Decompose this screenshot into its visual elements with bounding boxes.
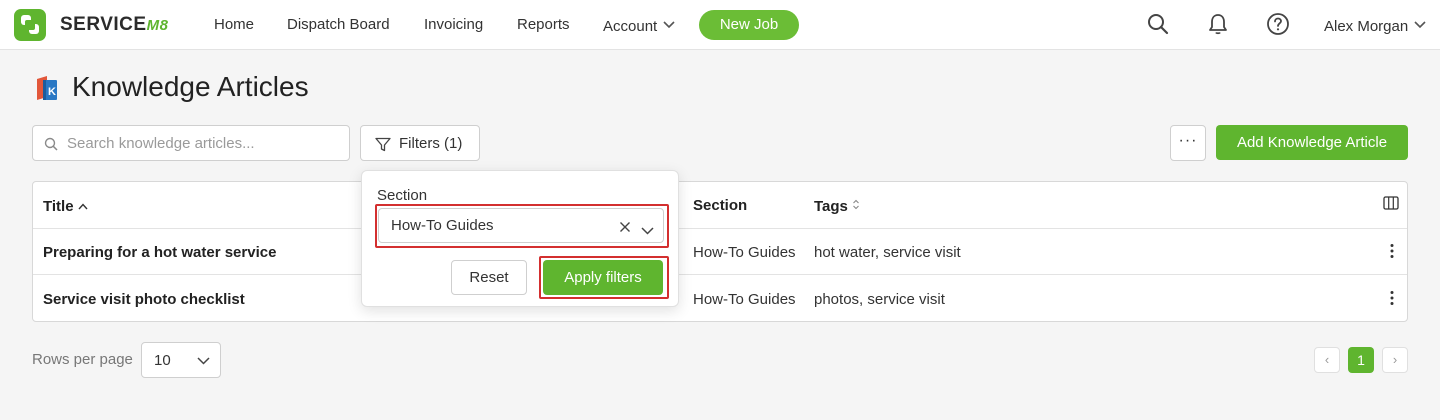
more-options-button[interactable]: ··· <box>1170 125 1206 161</box>
article-tags: hot water, service visit <box>814 244 961 261</box>
table-row[interactable]: Preparing for a hot water service How-To… <box>33 229 1407 275</box>
column-header-title-label: Title <box>43 198 74 215</box>
new-job-button[interactable]: New Job <box>699 10 799 40</box>
search-input[interactable] <box>67 127 343 159</box>
nav-item-account-label: Account <box>603 18 658 35</box>
knowledge-articles-table: Title Section Tags Preparing for a hot w… <box>32 181 1408 322</box>
nav-item-reports[interactable]: Reports <box>517 16 570 33</box>
top-navigation-bar: SERVICEM8 Home Dispatch Board Invoicing … <box>0 0 1440 50</box>
sort-unsorted-icon <box>852 197 860 214</box>
servicem8-logo-icon[interactable] <box>14 9 46 41</box>
previous-page-button[interactable]: ‹ <box>1314 347 1340 373</box>
column-header-tags[interactable]: Tags <box>814 197 860 215</box>
column-header-title[interactable]: Title <box>43 197 88 215</box>
table-row[interactable]: Service visit photo checklist How-To Gui… <box>33 276 1407 321</box>
brand-suffix: M8 <box>146 17 169 34</box>
chevron-down-icon <box>663 16 675 33</box>
nav-item-dispatch-board[interactable]: Dispatch Board <box>287 16 390 33</box>
nav-item-invoicing[interactable]: Invoicing <box>424 16 483 33</box>
rows-per-page-label: Rows per page <box>32 351 133 368</box>
column-settings-icon[interactable] <box>1383 196 1399 215</box>
section-filter-label: Section <box>377 187 428 204</box>
page-title: Knowledge Articles <box>72 71 309 102</box>
column-header-tags-label: Tags <box>814 198 848 215</box>
article-tags: photos, service visit <box>814 291 945 308</box>
column-header-section[interactable]: Section <box>693 197 747 214</box>
page-number-button[interactable]: 1 <box>1348 347 1374 373</box>
search-icon[interactable] <box>1146 12 1170 36</box>
filters-button-label: Filters (1) <box>399 135 463 152</box>
article-section: How-To Guides <box>693 291 796 308</box>
book-icon: K <box>34 75 58 101</box>
article-title[interactable]: Service visit photo checklist <box>43 291 245 308</box>
rows-per-page-value: 10 <box>154 352 171 369</box>
row-actions-icon[interactable] <box>1385 289 1399 307</box>
user-menu[interactable]: Alex Morgan <box>1324 16 1426 35</box>
help-icon[interactable] <box>1266 12 1290 36</box>
chevron-down-icon <box>641 222 654 240</box>
brand-logo-text[interactable]: SERVICEM8 <box>60 14 168 36</box>
sort-ascending-icon <box>78 197 88 214</box>
filters-popover: Section How-To Guides Reset Apply filter… <box>361 170 679 307</box>
user-name: Alex Morgan <box>1324 18 1409 35</box>
add-knowledge-article-button[interactable]: Add Knowledge Article <box>1216 125 1408 160</box>
bell-icon[interactable] <box>1206 12 1230 36</box>
section-select[interactable]: How-To Guides <box>378 208 664 243</box>
search-box[interactable] <box>32 125 350 161</box>
svg-text:K: K <box>48 86 56 98</box>
clear-selection-icon[interactable] <box>619 220 631 238</box>
filter-funnel-icon <box>375 137 391 152</box>
section-select-value: How-To Guides <box>391 217 494 234</box>
chevron-down-icon <box>197 357 210 365</box>
nav-item-account[interactable]: Account <box>603 16 675 35</box>
article-title[interactable]: Preparing for a hot water service <box>43 244 276 261</box>
brand-name: SERVICE <box>60 14 147 35</box>
nav-item-home[interactable]: Home <box>214 16 254 33</box>
filters-button[interactable]: Filters (1) <box>360 125 480 161</box>
row-actions-icon[interactable] <box>1385 242 1399 260</box>
apply-filters-button[interactable]: Apply filters <box>543 260 663 295</box>
search-icon <box>44 137 58 151</box>
next-page-button[interactable]: › <box>1382 347 1408 373</box>
rows-per-page-select[interactable]: 10 <box>141 342 221 378</box>
article-section: How-To Guides <box>693 244 796 261</box>
reset-filters-button[interactable]: Reset <box>451 260 527 295</box>
table-header-row: Title Section Tags <box>33 182 1407 229</box>
chevron-down-icon <box>1414 16 1426 33</box>
